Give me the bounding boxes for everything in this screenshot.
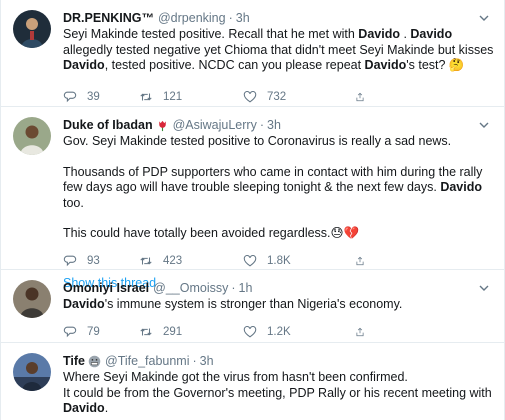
tweet-feed: DR.PENKING™ @drpenking · 3h Seyi Makinde… [0, 0, 505, 420]
tweet-header: Duke of Ibadan @AsiwajuLerry · 3h [63, 117, 494, 133]
highlighted-keyword: Davido [410, 27, 453, 41]
reply-icon [63, 326, 77, 337]
separator-dot: · [231, 281, 236, 295]
heart-icon [243, 254, 257, 266]
highlighted-keyword: Davido [63, 401, 105, 415]
reply-button[interactable]: 39 [63, 90, 139, 104]
reply-button[interactable]: 79 [63, 325, 139, 339]
retweet-icon [140, 328, 152, 335]
like-button[interactable]: 1.8K [243, 254, 355, 268]
reply-icon [63, 255, 77, 266]
highlighted-keyword: Davido [63, 58, 105, 72]
share-icon [356, 327, 364, 336]
highlighted-keyword: Davido [440, 180, 482, 194]
display-name[interactable]: Omoniyi Israel [63, 280, 149, 296]
like-button[interactable]: 732 [243, 90, 355, 104]
retweet-button[interactable]: 121 [139, 90, 243, 104]
tweet-paragraph: This could have totally been avoided reg… [63, 226, 360, 240]
user-handle[interactable]: @Tife_fabunmi [105, 353, 190, 369]
tweet-text: Davido's immune system is stronger than … [63, 297, 403, 311]
separator-dot: · [192, 354, 197, 368]
tweet-paragraph: Gov. Seyi Makinde tested positive to Cor… [63, 134, 452, 148]
share-icon [356, 256, 364, 265]
tweet-paragraph: Where Seyi Makinde got the virus from ha… [63, 370, 492, 415]
retweet-count: 291 [163, 325, 183, 338]
chevron-down-icon[interactable] [478, 119, 490, 131]
tweet-header: Omoniyi Israel @__Omoissy · 1h [63, 280, 494, 296]
avatar[interactable] [13, 353, 51, 391]
share-icon [356, 92, 364, 101]
user-handle[interactable]: @__Omoissy [153, 280, 228, 296]
retweet-icon [140, 257, 152, 264]
timestamp[interactable]: 1h [239, 280, 253, 296]
tweet-card[interactable]: Duke of Ibadan @AsiwajuLerry · 3h Gov. S… [1, 107, 504, 290]
tweet-text: Gov. Seyi Makinde tested positive to Cor… [63, 134, 494, 242]
highlighted-keyword: Davido [63, 297, 105, 311]
grimacing-face-icon [88, 355, 101, 367]
timestamp[interactable]: 3h [236, 10, 250, 26]
avatar[interactable] [13, 117, 51, 155]
tweet-text: Seyi Makinde tested positive. Recall tha… [63, 27, 494, 72]
display-name[interactable]: DR.PENKING™ [63, 10, 154, 26]
avatar[interactable] [13, 10, 51, 48]
display-name[interactable]: Tife [63, 353, 85, 369]
share-button[interactable] [355, 254, 375, 268]
tweet-card[interactable]: Tife @Tife_fabunmi · 3h Where Seyi Makin… [1, 343, 504, 417]
tweet-card[interactable]: Omoniyi Israel @__Omoissy · 1h Davido's … [1, 270, 504, 343]
timestamp[interactable]: 3h [200, 353, 214, 369]
like-count: 1.8K [267, 254, 291, 267]
retweet-count: 121 [163, 90, 183, 103]
retweet-count: 423 [163, 254, 183, 267]
reply-count: 93 [87, 254, 100, 267]
retweet-button[interactable]: 423 [139, 254, 243, 268]
retweet-button[interactable]: 291 [139, 325, 243, 339]
display-name[interactable]: Duke of Ibadan [63, 117, 153, 133]
tulip-icon [158, 120, 166, 131]
like-count: 732 [267, 90, 287, 103]
timestamp[interactable]: 3h [267, 117, 281, 133]
separator-dot: · [228, 11, 233, 25]
heart-icon [243, 90, 257, 102]
chevron-down-icon[interactable] [478, 282, 490, 294]
tweet-text: Where Seyi Makinde got the virus from ha… [63, 370, 494, 417]
separator-dot: · [259, 118, 265, 132]
heart-icon [243, 325, 257, 337]
tweet-header: DR.PENKING™ @drpenking · 3h [63, 10, 494, 26]
highlighted-keyword: Davido [358, 27, 400, 41]
retweet-icon [140, 93, 152, 100]
highlighted-keyword: Davido [364, 58, 407, 72]
tweet-paragraph: Thousands of PDP supporters who came in … [63, 164, 483, 210]
user-handle[interactable]: @drpenking [158, 10, 226, 26]
reply-icon [63, 91, 77, 102]
like-count: 1.2K [267, 325, 291, 338]
chevron-down-icon[interactable] [478, 12, 490, 24]
reply-button[interactable]: 93 [63, 254, 139, 268]
share-button[interactable] [355, 325, 375, 339]
reply-count: 39 [87, 90, 100, 103]
tweet-header: Tife @Tife_fabunmi · 3h [63, 353, 494, 369]
user-handle[interactable]: @AsiwajuLerry [173, 117, 257, 133]
tweet-card[interactable]: DR.PENKING™ @drpenking · 3h Seyi Makinde… [1, 0, 504, 107]
avatar[interactable] [13, 280, 51, 318]
share-button[interactable] [355, 90, 375, 104]
like-button[interactable]: 1.2K [243, 325, 355, 339]
reply-count: 79 [87, 325, 100, 338]
